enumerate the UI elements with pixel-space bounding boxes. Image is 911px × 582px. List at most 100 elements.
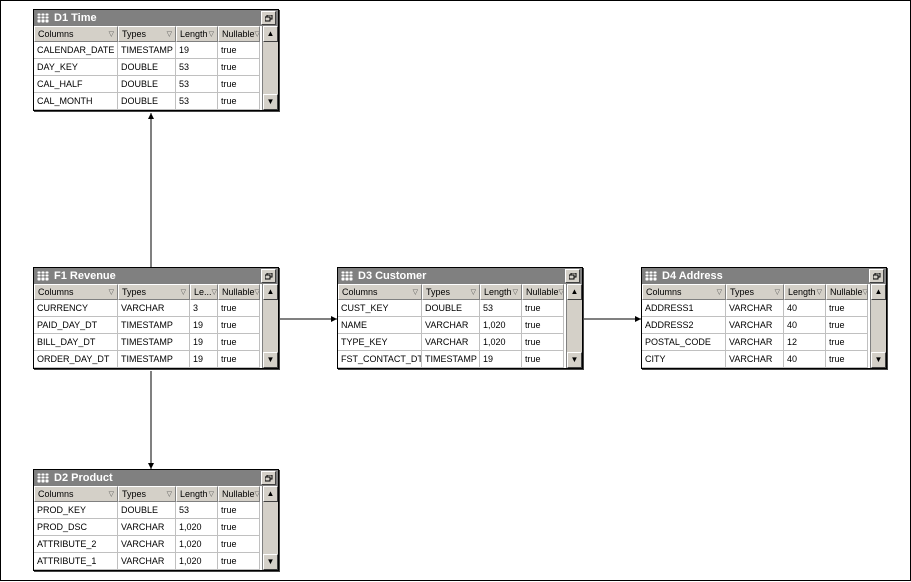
col-header-types[interactable]: Types▽ xyxy=(118,486,176,502)
col-header-length[interactable]: Length▽ xyxy=(176,26,218,42)
scroll-up-icon[interactable]: ▲ xyxy=(567,284,582,300)
col-header-columns[interactable]: Columns▽ xyxy=(338,284,422,300)
table-icon xyxy=(36,270,50,282)
vertical-scrollbar[interactable]: ▲▼ xyxy=(870,284,886,368)
scroll-down-icon[interactable]: ▼ xyxy=(263,554,278,570)
scroll-down-icon[interactable]: ▼ xyxy=(263,352,278,368)
vertical-scrollbar[interactable]: ▲▼ xyxy=(262,486,278,570)
table-row[interactable]: ORDER_DAY_DTTIMESTAMP19true xyxy=(34,351,262,368)
table-row[interactable]: CALENDAR_DATETIMESTAMP19true xyxy=(34,42,262,59)
table-row[interactable]: PROD_DSCVARCHAR1,020true xyxy=(34,519,262,536)
cell: CITY xyxy=(642,351,726,368)
table-row[interactable]: ATTRIBUTE_1VARCHAR1,020true xyxy=(34,553,262,570)
cell: BILL_DAY_DT xyxy=(34,334,118,351)
sort-indicator-icon: ▽ xyxy=(717,288,722,296)
restore-icon[interactable] xyxy=(261,471,276,485)
col-header-length_short[interactable]: Le...▽ xyxy=(190,284,218,300)
table-d1-time[interactable]: D1 TimeColumns▽Types▽Length▽Nullable▽CAL… xyxy=(33,9,279,111)
col-header-length[interactable]: Length▽ xyxy=(176,486,218,502)
scroll-up-icon[interactable]: ▲ xyxy=(263,486,278,502)
col-header-columns[interactable]: Columns▽ xyxy=(34,26,118,42)
col-header-length[interactable]: Length▽ xyxy=(784,284,826,300)
scroll-up-icon[interactable]: ▲ xyxy=(263,26,278,42)
scroll-down-icon[interactable]: ▼ xyxy=(567,352,582,368)
scroll-down-icon[interactable]: ▼ xyxy=(263,94,278,110)
vertical-scrollbar[interactable]: ▲▼ xyxy=(566,284,582,368)
table-row[interactable]: POSTAL_CODEVARCHAR12true xyxy=(642,334,870,351)
cell: CAL_MONTH xyxy=(34,93,118,110)
restore-icon[interactable] xyxy=(261,269,276,283)
vertical-scrollbar[interactable]: ▲▼ xyxy=(262,284,278,368)
scroll-up-icon[interactable]: ▲ xyxy=(871,284,886,300)
col-header-label: Length xyxy=(180,489,208,499)
col-header-nullable[interactable]: Nullable▽ xyxy=(826,284,868,300)
col-header-types[interactable]: Types▽ xyxy=(118,284,190,300)
table-row[interactable]: TYPE_KEYVARCHAR1,020true xyxy=(338,334,566,351)
cell: FST_CONTACT_DT xyxy=(338,351,422,368)
restore-icon[interactable] xyxy=(261,11,276,25)
table-title-bar[interactable]: D1 Time xyxy=(34,10,278,26)
cell: DOUBLE xyxy=(422,300,480,317)
table-title-text: D4 Address xyxy=(662,270,867,282)
table-row[interactable]: CUST_KEYDOUBLE53true xyxy=(338,300,566,317)
col-header-nullable[interactable]: Nullable▽ xyxy=(522,284,564,300)
table-row[interactable]: NAMEVARCHAR1,020true xyxy=(338,317,566,334)
col-header-label: Nullable xyxy=(830,287,863,297)
col-header-nullable[interactable]: Nullable▽ xyxy=(218,284,260,300)
table-title-bar[interactable]: D2 Product xyxy=(34,470,278,486)
table-row[interactable]: ATTRIBUTE_2VARCHAR1,020true xyxy=(34,536,262,553)
scroll-down-icon[interactable]: ▼ xyxy=(871,352,886,368)
col-header-nullable[interactable]: Nullable▽ xyxy=(218,486,260,502)
table-row[interactable]: BILL_DAY_DTTIMESTAMP19true xyxy=(34,334,262,351)
vertical-scrollbar[interactable]: ▲▼ xyxy=(262,26,278,110)
table-row[interactable]: CURRENCYVARCHAR3true xyxy=(34,300,262,317)
cell: true xyxy=(218,93,260,110)
col-header-label: Length xyxy=(180,29,208,39)
table-row[interactable]: CAL_HALFDOUBLE53true xyxy=(34,76,262,93)
cell: VARCHAR xyxy=(118,519,176,536)
table-title-bar[interactable]: D4 Address xyxy=(642,268,886,284)
table-row[interactable]: CAL_MONTHDOUBLE53true xyxy=(34,93,262,110)
col-header-length[interactable]: Length▽ xyxy=(480,284,522,300)
table-row[interactable]: ADDRESS2VARCHAR40true xyxy=(642,317,870,334)
table-row[interactable]: FST_CONTACT_DTTIMESTAMP19true xyxy=(338,351,566,368)
restore-icon[interactable] xyxy=(869,269,884,283)
table-d4-address[interactable]: D4 AddressColumns▽Types▽Length▽Nullable▽… xyxy=(641,267,887,369)
col-header-types[interactable]: Types▽ xyxy=(726,284,784,300)
table-title-bar[interactable]: D3 Customer xyxy=(338,268,582,284)
cell: TYPE_KEY xyxy=(338,334,422,351)
col-header-types[interactable]: Types▽ xyxy=(118,26,176,42)
col-header-label: Types xyxy=(426,287,450,297)
table-d3-customer[interactable]: D3 CustomerColumns▽ Types ▽ Length▽Nullable… xyxy=(337,267,583,369)
col-header-columns[interactable]: Columns▽ xyxy=(34,284,118,300)
diagram-canvas[interactable]: D1 TimeColumns▽Types▽Length▽Nullable▽CAL… xyxy=(0,0,911,581)
col-header-types[interactable]: Types ▽ xyxy=(422,284,480,300)
table-row[interactable]: ADDRESS1VARCHAR40true xyxy=(642,300,870,317)
col-header-label: Types xyxy=(122,287,146,297)
restore-icon[interactable] xyxy=(565,269,580,283)
cell: 1,020 xyxy=(176,519,218,536)
sort-indicator-icon: ▽ xyxy=(109,490,114,498)
table-row[interactable]: DAY_KEYDOUBLE53true xyxy=(34,59,262,76)
cell: POSTAL_CODE xyxy=(642,334,726,351)
cell: true xyxy=(218,519,260,536)
col-header-columns[interactable]: Columns▽ xyxy=(34,486,118,502)
table-title-bar[interactable]: F1 Revenue xyxy=(34,268,278,284)
sort-indicator-icon: ▽ xyxy=(471,288,476,296)
cell: 1,020 xyxy=(480,334,522,351)
table-row[interactable]: CITYVARCHAR40true xyxy=(642,351,870,368)
cell: TIMESTAMP xyxy=(118,351,190,368)
table-row[interactable]: PAID_DAY_DTTIMESTAMP19true xyxy=(34,317,262,334)
cell: ORDER_DAY_DT xyxy=(34,351,118,368)
cell: 40 xyxy=(784,300,826,317)
col-header-columns[interactable]: Columns▽ xyxy=(642,284,726,300)
cell: PAID_DAY_DT xyxy=(34,317,118,334)
table-d2-product[interactable]: D2 ProductColumns▽Types▽Length▽Nullable▽… xyxy=(33,469,279,571)
cell: VARCHAR xyxy=(726,351,784,368)
table-f1-revenue[interactable]: F1 RevenueColumns▽Types▽Le...▽Nullable▽C… xyxy=(33,267,279,369)
cell: NAME xyxy=(338,317,422,334)
table-row[interactable]: PROD_KEYDOUBLE53true xyxy=(34,502,262,519)
col-header-nullable[interactable]: Nullable▽ xyxy=(218,26,260,42)
scroll-up-icon[interactable]: ▲ xyxy=(263,284,278,300)
cell: CUST_KEY xyxy=(338,300,422,317)
